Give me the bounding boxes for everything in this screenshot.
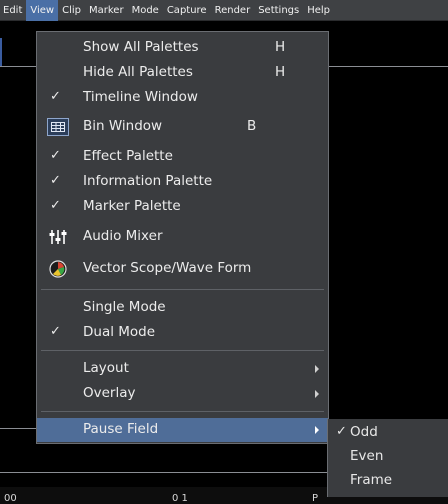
submenu-item-frame[interactable]: Frame [328,469,448,493]
menu-edit[interactable]: Edit [0,0,26,21]
workspace-divider [0,472,327,473]
checkmark-icon: ✓ [50,148,61,163]
submenu-arrow-icon [315,390,319,398]
audio-mixer-icon [47,228,69,246]
timecode-label: 0 1 [172,493,188,504]
submenu-item-even[interactable]: Even [328,445,448,469]
menu-view[interactable]: View [26,0,59,21]
menu-clip[interactable]: Clip [58,0,85,21]
submenu-item-label: Even [350,448,384,464]
menu-mode[interactable]: Mode [128,0,163,21]
menu-item-effect-palette[interactable]: ✓ Effect Palette [37,145,328,169]
menu-item-label: Hide All Palettes [83,64,193,80]
submenu-item-odd[interactable]: ✓ Odd [328,421,448,445]
timecode-label: P [312,493,319,504]
menu-item-label: Audio Mixer [83,228,163,244]
menu-item-label: Dual Mode [83,324,156,340]
menu-item-label: Vector Scope/Wave Form [83,260,252,276]
menu-item-show-all-palettes[interactable]: Show All Palettes H [37,36,328,60]
workspace-edge [0,38,2,66]
shortcut-label: H [275,39,286,55]
checkmark-icon: ✓ [50,324,61,339]
timecode-label: 00 [4,493,17,504]
checkmark-icon: ✓ [336,424,347,439]
menu-item-overlay[interactable]: Overlay [37,382,328,406]
menu-item-label: Layout [83,360,129,376]
submenu-arrow-icon [315,365,319,373]
view-menu: Show All Palettes H Hide All Palettes H … [36,31,329,444]
menu-capture[interactable]: Capture [163,0,211,21]
menu-item-marker-palette[interactable]: ✓ Marker Palette [37,195,328,219]
menu-item-timeline-window[interactable]: ✓ Timeline Window [37,86,328,110]
menu-item-hide-all-palettes[interactable]: Hide All Palettes H [37,61,328,85]
checkmark-icon: ✓ [50,173,61,188]
menu-item-label: Effect Palette [83,148,173,164]
menu-item-bin-window[interactable]: Bin Window B [37,115,328,139]
menu-separator [41,350,324,351]
menu-bar: Edit View Clip Marker Mode Capture Rende… [0,0,448,21]
workspace-divider [0,428,36,429]
vector-scope-icon [47,260,69,278]
menu-item-single-mode[interactable]: Single Mode [37,296,328,320]
checkmark-icon: ✓ [50,89,61,104]
pause-field-submenu: ✓ Odd Even Frame [327,419,448,497]
menu-item-label: Single Mode [83,299,166,315]
menu-item-label: Information Palette [83,173,213,189]
menu-separator [41,289,324,290]
submenu-arrow-icon [315,426,319,434]
menu-marker[interactable]: Marker [85,0,128,21]
menu-item-label: Bin Window [83,118,163,134]
workspace-divider [0,66,36,67]
menu-item-dual-mode[interactable]: ✓ Dual Mode [37,321,328,345]
menu-item-label: Timeline Window [83,89,198,105]
menu-item-layout[interactable]: Layout [37,357,328,381]
menu-item-pause-field[interactable]: Pause Field [37,418,328,442]
bin-window-icon [47,118,69,136]
menu-item-label: Show All Palettes [83,39,199,55]
menu-item-label: Marker Palette [83,198,181,214]
menu-item-label: Overlay [83,385,136,401]
menu-item-information-palette[interactable]: ✓ Information Palette [37,170,328,194]
menu-help[interactable]: Help [303,0,334,21]
menu-item-label: Pause Field [83,421,159,437]
menu-item-audio-mixer[interactable]: Audio Mixer [37,225,328,249]
shortcut-label: B [247,118,257,134]
menu-render[interactable]: Render [211,0,255,21]
menu-item-vector-scope[interactable]: Vector Scope/Wave Form [37,257,328,281]
checkmark-icon: ✓ [50,198,61,213]
submenu-item-label: Frame [350,472,393,488]
menu-settings[interactable]: Settings [254,0,303,21]
workspace-divider [329,66,448,67]
shortcut-label: H [275,64,286,80]
submenu-item-label: Odd [350,424,378,440]
menu-separator [41,411,324,412]
